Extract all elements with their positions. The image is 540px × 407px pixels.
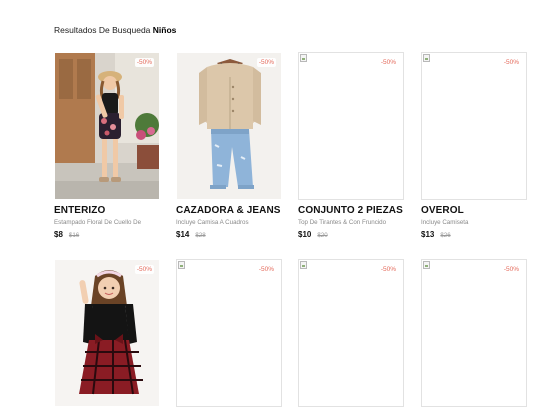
discount-badge: -50% bbox=[501, 58, 521, 67]
current-price: $13 bbox=[421, 230, 435, 239]
product-image[interactable]: -50% bbox=[298, 259, 404, 407]
product-card[interactable]: -50% bbox=[54, 259, 160, 407]
girl-plaid-dress-photo bbox=[55, 260, 159, 406]
broken-image-icon bbox=[423, 54, 430, 62]
price-row: $10 $20 bbox=[298, 230, 404, 239]
product-card[interactable]: -50% bbox=[421, 259, 527, 407]
product-card-cazadora-jeans[interactable]: -50% CAZADORA & JEANS Incluye Camisa A C… bbox=[176, 52, 282, 239]
product-image[interactable]: -50% bbox=[421, 52, 527, 200]
product-card-overol[interactable]: -50% OVEROL Incluye Camiseta $13 $26 bbox=[421, 52, 527, 239]
original-price: $26 bbox=[440, 232, 451, 239]
broken-image-icon bbox=[423, 261, 430, 269]
product-image[interactable]: -50% bbox=[176, 259, 282, 407]
product-card-conjunto-2-piezas[interactable]: -50% CONJUNTO 2 PIEZAS Top De Tirantes &… bbox=[298, 52, 404, 239]
product-image[interactable]: -50% bbox=[421, 259, 527, 407]
discount-badge: -50% bbox=[134, 58, 154, 67]
discount-badge: -50% bbox=[134, 265, 154, 274]
product-title[interactable]: OVEROL bbox=[421, 205, 527, 216]
product-grid: -50% ENTERIZO Estampado Floral De Cuello… bbox=[0, 0, 540, 407]
original-price: $28 bbox=[195, 232, 206, 239]
price-row: $13 $26 bbox=[421, 230, 527, 239]
product-title[interactable]: CONJUNTO 2 PIEZAS bbox=[298, 205, 404, 216]
discount-badge: -50% bbox=[256, 58, 276, 67]
current-price: $14 bbox=[176, 230, 190, 239]
product-title[interactable]: CAZADORA & JEANS bbox=[176, 205, 282, 216]
product-description: Estampado Floral De Cuello De bbox=[54, 219, 142, 226]
product-card[interactable]: -50% bbox=[176, 259, 282, 407]
product-image[interactable]: -50% bbox=[176, 52, 282, 200]
broken-image-icon bbox=[300, 54, 307, 62]
product-card[interactable]: -50% bbox=[298, 259, 404, 407]
girl-floral-romper-photo bbox=[55, 53, 159, 199]
product-image[interactable]: -50% bbox=[54, 259, 160, 407]
original-price: $20 bbox=[317, 232, 328, 239]
product-image[interactable]: -50% bbox=[54, 52, 160, 200]
product-card-enterizo[interactable]: -50% ENTERIZO Estampado Floral De Cuello… bbox=[54, 52, 160, 239]
original-price: $16 bbox=[68, 232, 80, 239]
jacket-jeans-photo bbox=[177, 53, 281, 199]
broken-image-icon bbox=[300, 261, 307, 269]
current-price: $8 bbox=[54, 230, 63, 239]
product-title[interactable]: ENTERIZO bbox=[54, 205, 160, 216]
broken-image-icon bbox=[178, 261, 185, 269]
discount-badge: -50% bbox=[501, 265, 521, 274]
product-description: Incluye Camisa A Cuadros bbox=[176, 219, 249, 226]
product-image[interactable]: -50% bbox=[298, 52, 404, 200]
current-price: $10 bbox=[298, 230, 312, 239]
discount-badge: -50% bbox=[378, 58, 398, 67]
price-row: $14 $28 bbox=[176, 230, 282, 239]
discount-badge: -50% bbox=[256, 265, 276, 274]
price-row: $8 $16 bbox=[54, 230, 160, 239]
discount-badge: -50% bbox=[378, 265, 398, 274]
product-description: Incluye Camiseta bbox=[421, 219, 469, 226]
product-description: Top De Tirantes & Con Fruncido bbox=[298, 219, 387, 226]
